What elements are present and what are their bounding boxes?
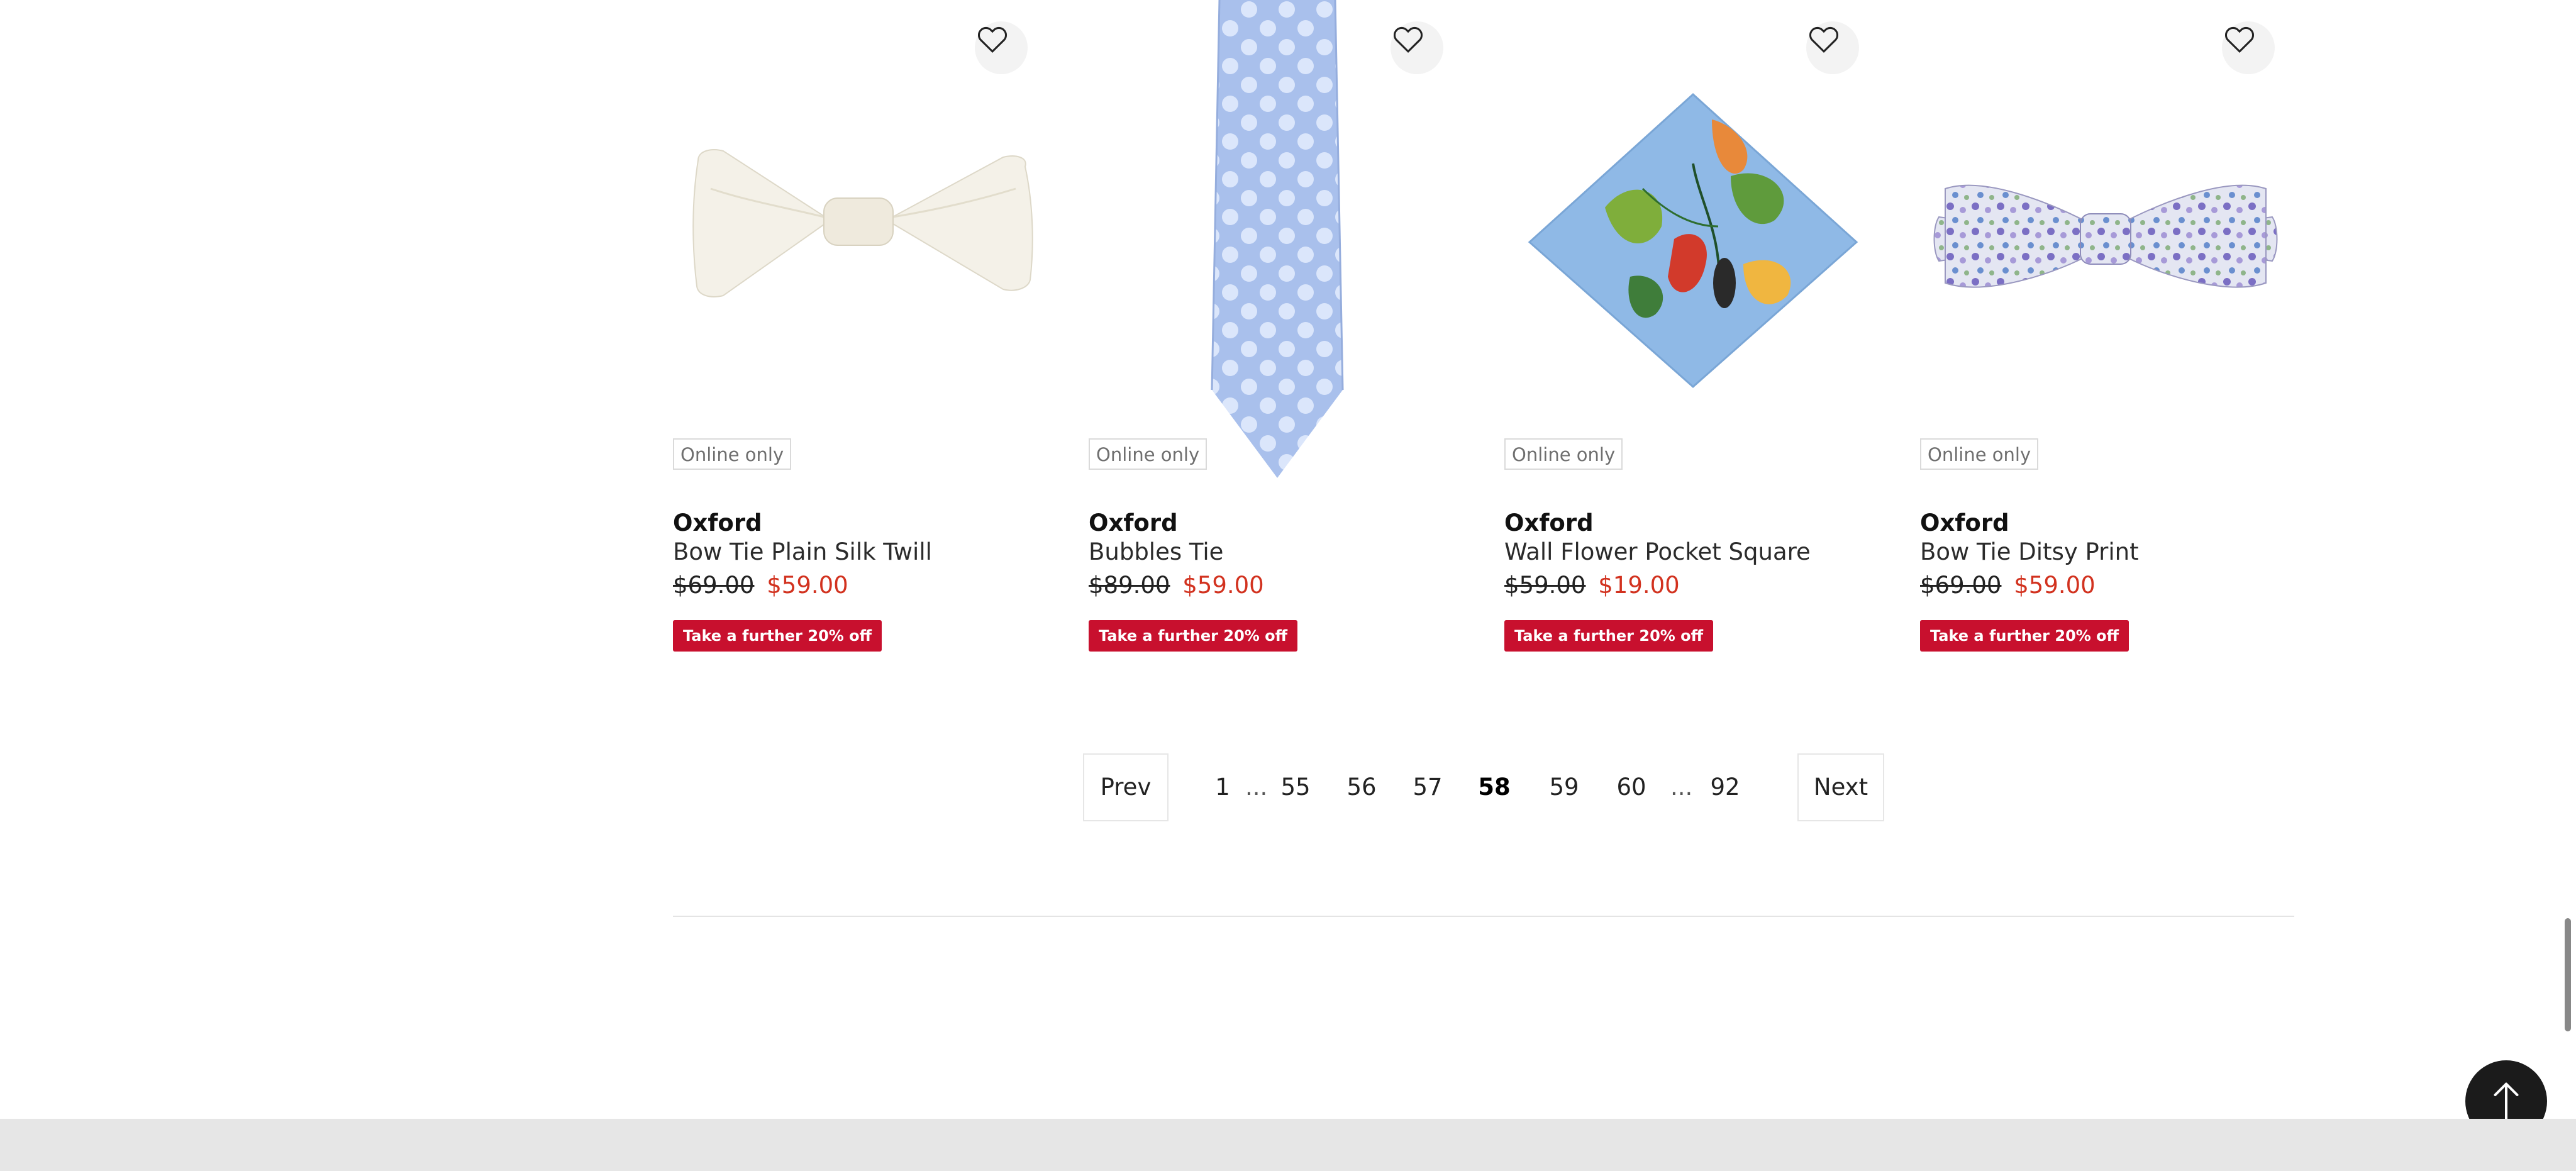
page-link[interactable]: 92	[1705, 753, 1745, 821]
product-brand[interactable]: Oxford	[1504, 508, 1594, 538]
product-card[interactable]: Online only Oxford Bow Tie Plain Silk Tw…	[673, 0, 1044, 679]
wishlist-button[interactable]	[1806, 21, 1859, 74]
product-price: $69.00 $59.00	[1920, 570, 2096, 601]
prev-page-button[interactable]: Prev	[1083, 753, 1169, 821]
product-name[interactable]: Bow Tie Ditsy Print	[1920, 537, 2139, 567]
product-image[interactable]: Online only	[1089, 0, 1460, 484]
product-brand[interactable]: Oxford	[673, 508, 762, 538]
page-link-current[interactable]: 58	[1474, 753, 1514, 821]
product-grid: Online only Oxford Bow Tie Plain Silk Tw…	[673, 0, 2293, 679]
promo-badge: Take a further 20% off	[1089, 620, 1298, 652]
online-only-badge: Online only	[1920, 438, 2039, 470]
product-name[interactable]: Bow Tie Plain Silk Twill	[673, 537, 932, 567]
arrow-up-icon	[2494, 1082, 2519, 1121]
page-link[interactable]: 59	[1544, 753, 1584, 821]
product-listing-page: Online only Oxford Bow Tie Plain Silk Tw…	[0, 0, 2576, 1171]
sale-price: $59.00	[1182, 572, 1264, 599]
wishlist-button[interactable]	[975, 21, 1028, 74]
heart-outline-icon	[2224, 26, 2255, 53]
online-only-badge: Online only	[673, 438, 792, 470]
original-price: $89.00	[1089, 572, 1170, 599]
page-link[interactable]: 55	[1275, 753, 1316, 821]
page-link[interactable]: 57	[1407, 753, 1448, 821]
floral-pocket-square-image	[1528, 92, 1858, 389]
pagination-ellipsis: ...	[1245, 774, 1268, 801]
pagination-ellipsis: ...	[1670, 774, 1693, 801]
page-link[interactable]: 1	[1202, 753, 1243, 821]
sale-price: $59.00	[2014, 572, 2096, 599]
product-card[interactable]: Online only Oxford Bubbles Tie $89.00 $5…	[1089, 0, 1460, 679]
floral-bow-tie-image	[1933, 184, 2278, 288]
product-image[interactable]: Online only	[673, 0, 1044, 484]
white-bow-tie-image	[692, 149, 1033, 297]
product-name[interactable]: Wall Flower Pocket Square	[1504, 537, 1811, 567]
scrollbar-thumb[interactable]	[2565, 918, 2571, 1031]
footer	[0, 1119, 2576, 1171]
product-name[interactable]: Bubbles Tie	[1089, 537, 1223, 567]
product-price: $69.00 $59.00	[673, 570, 848, 601]
sale-price: $19.00	[1598, 572, 1680, 599]
blue-polka-dot-tie-image	[1211, 0, 1344, 478]
next-page-button[interactable]: Next	[1797, 753, 1884, 821]
heart-outline-icon	[1809, 26, 1839, 53]
online-only-badge: Online only	[1504, 438, 1623, 470]
product-card[interactable]: Online only Oxford Wall Flower Pocket Sq…	[1504, 0, 1875, 679]
product-brand[interactable]: Oxford	[1089, 508, 1178, 538]
online-only-badge: Online only	[1089, 438, 1208, 470]
original-price: $59.00	[1504, 572, 1586, 599]
pagination: Prev 1 ... 55 56 57 58 59 60 ... 92 Next	[1083, 753, 1884, 821]
heart-outline-icon	[1393, 26, 1423, 53]
wishlist-button[interactable]	[2222, 21, 2275, 74]
wishlist-button[interactable]	[1391, 21, 1443, 74]
promo-badge: Take a further 20% off	[673, 620, 882, 652]
section-divider	[673, 916, 2294, 917]
promo-badge: Take a further 20% off	[1920, 620, 2129, 652]
product-price: $89.00 $59.00	[1089, 570, 1264, 601]
original-price: $69.00	[673, 572, 755, 599]
promo-badge: Take a further 20% off	[1504, 620, 1714, 652]
page-link[interactable]: 60	[1611, 753, 1652, 821]
sale-price: $59.00	[767, 572, 848, 599]
original-price: $69.00	[1920, 572, 2002, 599]
heart-outline-icon	[977, 26, 1008, 53]
product-card[interactable]: Online only Oxford Bow Tie Ditsy Print $…	[1920, 0, 2291, 679]
product-image[interactable]: Online only	[1920, 0, 2291, 484]
product-brand[interactable]: Oxford	[1920, 508, 2009, 538]
product-price: $59.00 $19.00	[1504, 570, 1680, 601]
page-link[interactable]: 56	[1341, 753, 1382, 821]
product-image[interactable]: Online only	[1504, 0, 1875, 484]
